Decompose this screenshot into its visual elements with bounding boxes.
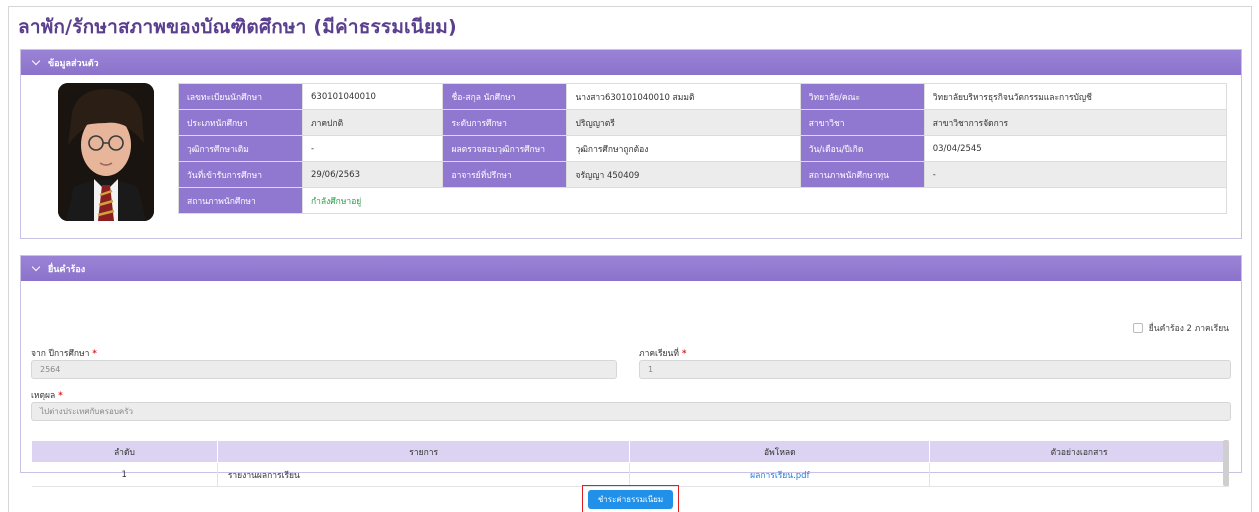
column-header: ลำดับ bbox=[31, 440, 218, 463]
two-terms-checkbox[interactable] bbox=[1132, 323, 1143, 333]
reason-field[interactable]: ไปต่างประเทศกับครอบครัว bbox=[31, 402, 1231, 421]
row-number: 1 bbox=[31, 462, 218, 487]
documents-table: ลำดับ รายการ อัพโหลด ตัวอย่างเอกสาร 1 รา… bbox=[31, 440, 1229, 487]
column-header: รายการ bbox=[216, 440, 631, 463]
pay-fee-button[interactable]: ชำระค่าธรรมเนียม bbox=[588, 490, 673, 509]
info-value: นางสาว630101040010 สมมติ bbox=[566, 83, 801, 110]
info-label: สถานภาพนักศึกษาทุน bbox=[799, 161, 925, 188]
term-label: ภาคเรียนที่ * bbox=[639, 346, 686, 360]
info-value: วุฒิการศึกษาถูกต้อง bbox=[566, 135, 801, 162]
reason-value: ไปต่างประเทศกับครอบครัว bbox=[40, 407, 134, 416]
info-label: วุฒิการศึกษาเดิม bbox=[178, 135, 303, 162]
info-value: - bbox=[301, 135, 444, 162]
request-panel: ยื่นคำร้อง ยื่นคำร้อง 2 ภาคเรียน จาก ปีก… bbox=[20, 255, 1242, 487]
personal-info-header[interactable]: ข้อมูลส่วนตัว bbox=[21, 50, 1241, 75]
term-label-text: ภาคเรียนที่ bbox=[639, 349, 679, 359]
student-photo bbox=[58, 83, 154, 221]
info-label: ผลตรวจสอบวุฒิการศึกษา bbox=[442, 135, 568, 162]
student-status-value: กำลังศึกษาอยู่ bbox=[302, 187, 1227, 214]
info-row: วุฒิการศึกษาเดิม - ผลตรวจสอบวุฒิการศึกษา… bbox=[178, 135, 1228, 162]
reason-label-text: เหตุผล bbox=[31, 391, 56, 401]
info-value: สาขาวิชาการจัดการ bbox=[923, 109, 1228, 136]
info-label: ประเภทนักศึกษา bbox=[178, 109, 303, 136]
info-label: วัน/เดือน/ปีเกิด bbox=[799, 135, 925, 162]
info-value: จรัญญา 450409 bbox=[566, 161, 801, 188]
info-value: 03/04/2545 bbox=[923, 135, 1228, 162]
required-mark: * bbox=[681, 349, 687, 359]
request-header[interactable]: ยื่นคำร้อง bbox=[21, 256, 1241, 281]
table-row: 1 รายงานผลการเรียน ผลการเรียน.pdf bbox=[31, 462, 1229, 487]
info-label: ชื่อ-สกุล นักศึกษา bbox=[442, 83, 568, 110]
info-value: 630101040010 bbox=[301, 83, 444, 110]
personal-info-title: ข้อมูลส่วนตัว bbox=[48, 58, 99, 69]
page-title: ลาพัก/รักษาสภาพของบัณฑิตศึกษา (มีค่าธรรม… bbox=[18, 16, 457, 38]
info-label: วันที่เข้ารับการศึกษา bbox=[178, 161, 303, 188]
row-item: รายงานผลการเรียน bbox=[217, 462, 631, 487]
request-title: ยื่นคำร้อง bbox=[48, 264, 86, 275]
info-label: วิทยาลัย/คณะ bbox=[799, 83, 925, 110]
info-row: วันที่เข้ารับการศึกษา 29/06/2563 อาจารย์… bbox=[178, 161, 1228, 188]
info-value: - bbox=[923, 161, 1228, 188]
info-row: สถานภาพนักศึกษา กำลังศึกษาอยู่ bbox=[178, 187, 1227, 214]
uploaded-file-link[interactable]: ผลการเรียน.pdf bbox=[629, 462, 931, 487]
two-terms-option[interactable]: ยื่นคำร้อง 2 ภาคเรียน bbox=[1132, 321, 1229, 335]
column-header: ตัวอย่างเอกสาร bbox=[929, 440, 1229, 463]
year-label-text: จาก ปีการศึกษา bbox=[31, 349, 90, 359]
reason-label: เหตุผล * bbox=[31, 388, 63, 402]
personal-info-table: เลขทะเบียนนักศึกษา 630101040010 ชื่อ-สกุ… bbox=[178, 83, 1228, 214]
two-terms-label: ยื่นคำร้อง 2 ภาคเรียน bbox=[1148, 324, 1229, 334]
year-value: 2564 bbox=[40, 365, 61, 374]
column-header: อัพโหลด bbox=[629, 440, 931, 463]
required-mark: * bbox=[58, 391, 63, 401]
info-label: ระดับการศึกษา bbox=[442, 109, 568, 136]
year-field[interactable]: 2564 bbox=[31, 360, 617, 379]
chevron-down-icon bbox=[31, 56, 41, 66]
info-value: ภาคปกติ bbox=[301, 109, 444, 136]
info-value: 29/06/2563 bbox=[301, 161, 444, 188]
info-row: ประเภทนักศึกษา ภาคปกติ ระดับการศึกษา ปริ… bbox=[178, 109, 1228, 136]
info-label: อาจารย์ที่ปรึกษา bbox=[442, 161, 568, 188]
info-value: วิทยาลัยบริหารธุรกิจนวัตกรรมและการบัญชี bbox=[923, 83, 1228, 110]
sample-document bbox=[929, 462, 1229, 487]
year-label: จาก ปีการศึกษา * bbox=[31, 346, 97, 360]
term-field[interactable]: 1 bbox=[639, 360, 1231, 379]
chevron-down-icon bbox=[31, 262, 41, 272]
documents-header-row: ลำดับ รายการ อัพโหลด ตัวอย่างเอกสาร bbox=[31, 440, 1229, 463]
table-scrollbar[interactable] bbox=[1223, 440, 1229, 486]
term-value: 1 bbox=[648, 365, 654, 374]
info-value: ปริญญาตรี bbox=[566, 109, 801, 136]
personal-info-panel: ข้อมูลส่วนตัว เลขทะเบียนนักศึกษา 6301010… bbox=[20, 49, 1242, 239]
info-row: เลขทะเบียนนักศึกษา 630101040010 ชื่อ-สกุ… bbox=[178, 83, 1228, 110]
info-label: สถานภาพนักศึกษา bbox=[178, 187, 303, 214]
info-label: สาขาวิชา bbox=[799, 109, 925, 136]
info-label: เลขทะเบียนนักศึกษา bbox=[178, 83, 303, 110]
required-mark: * bbox=[92, 349, 97, 359]
